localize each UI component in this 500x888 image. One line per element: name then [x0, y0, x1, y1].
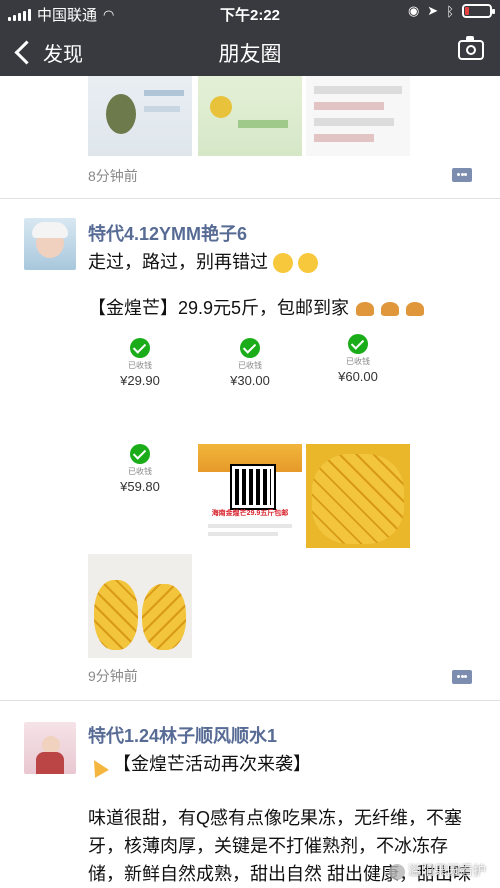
rotation-lock-icon: ◉	[407, 3, 420, 18]
comment-icon[interactable]	[452, 670, 472, 684]
payment-label: 已收钱	[128, 467, 152, 476]
post-image[interactable]	[88, 76, 192, 156]
payment-screenshot[interactable]: 已收钱 ¥60.00	[306, 334, 410, 442]
check-icon	[130, 444, 150, 464]
smile-emoji-icon	[273, 253, 294, 274]
payment-screenshot[interactable]: 已收钱 ¥59.80	[88, 444, 192, 548]
location-icon: ➤	[427, 3, 439, 18]
payment-label: 已收钱	[346, 357, 370, 366]
author-name[interactable]: 特代1.24林子顺风顺水1	[88, 722, 277, 748]
payment-screenshot[interactable]: 已收钱 ¥29.90	[88, 338, 192, 442]
qr-caption: 海南金煌芒29.9五斤包邮	[211, 510, 289, 517]
payment-screenshot[interactable]: 已收钱 ¥30.00	[198, 338, 302, 442]
snail-emoji-icon	[381, 302, 400, 317]
check-icon	[130, 338, 150, 358]
account-logo-icon	[388, 864, 405, 880]
snail-emoji-icon	[356, 302, 375, 317]
comment-icon[interactable]	[452, 168, 472, 182]
page-title: 朋友圈	[218, 43, 282, 66]
smile-emoji-icon	[298, 253, 319, 274]
battery-level	[465, 7, 469, 15]
promo-qr-image[interactable]: 海南金煌芒29.9五斤包邮	[198, 444, 302, 548]
post-text-line: 【金煌芒活动再次来袭】	[88, 750, 478, 778]
payment-amount: ¥29.90	[120, 373, 160, 388]
camera-lens	[466, 45, 476, 55]
moment-post: 8分钟前	[0, 76, 500, 198]
avatar[interactable]	[24, 218, 76, 270]
camera-icon[interactable]	[458, 36, 484, 60]
payment-amount: ¥60.00	[338, 369, 378, 384]
mango-photo[interactable]	[88, 554, 192, 658]
post-time: 8分钟前	[88, 168, 138, 184]
moment-post: 特代4.12YMM艳子6 走过，路过，别再错过 【金煌芒】29.9元5斤，包邮到…	[0, 198, 500, 700]
snail-emoji-icon	[406, 302, 425, 317]
watermark: 溢阳果园看护	[388, 860, 486, 880]
mango-photo[interactable]	[306, 444, 410, 548]
payment-label: 已收钱	[128, 361, 152, 370]
author-name[interactable]: 特代4.12YMM艳子6	[88, 220, 247, 246]
post-image[interactable]	[306, 76, 410, 156]
status-bar: 中国联通 ◠ 下午2:22 ◉ ➤ ᛒ	[0, 0, 500, 26]
payment-amount: ¥59.80	[120, 479, 160, 494]
qr-code-icon	[230, 464, 276, 510]
post-text-line: 走过，路过，别再错过	[88, 248, 478, 276]
nav-bar: 发现 朋友圈	[0, 26, 500, 76]
party-popper-icon	[88, 755, 108, 775]
payment-label: 已收钱	[238, 361, 262, 370]
battery-icon	[462, 4, 495, 18]
post-image[interactable]	[198, 76, 302, 156]
bluetooth-icon: ᛒ	[446, 3, 454, 19]
status-right: ◉ ➤ ᛒ	[407, 3, 495, 19]
moments-feed[interactable]: 8分钟前 特代4.12YMM艳子6 走过，路过，别再错过 【金煌芒】29.9元5…	[0, 76, 500, 888]
payment-amount: ¥30.00	[230, 373, 270, 388]
moment-post: 特代1.24林子顺风顺水1 【金煌芒活动再次来袭】 味道很甜，有Q感有点像吃果冻…	[0, 700, 500, 888]
avatar[interactable]	[24, 722, 76, 774]
check-icon	[348, 334, 368, 354]
post-time: 9分钟前	[88, 668, 138, 684]
check-icon	[240, 338, 260, 358]
post-text-line: 【金煌芒】29.9元5斤，包邮到家	[88, 294, 500, 322]
